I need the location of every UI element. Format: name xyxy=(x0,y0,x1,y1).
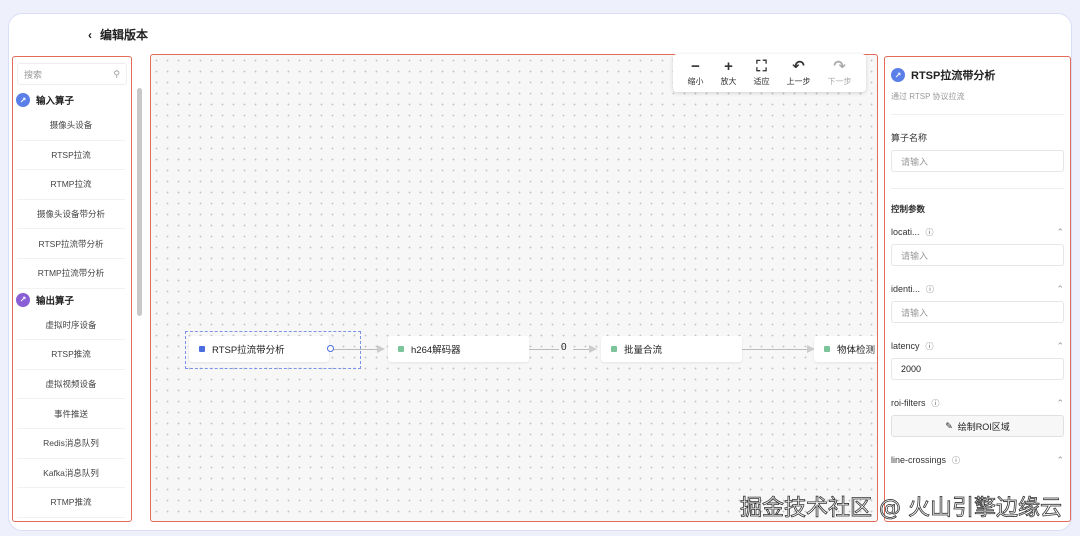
arrow-icon xyxy=(589,345,597,353)
edge xyxy=(742,349,810,350)
operator-item[interactable]: 虚拟视频设备 xyxy=(17,370,125,400)
group-header: ↗ 输出算子 xyxy=(13,289,131,311)
collapse-icon[interactable]: ⌃ xyxy=(1056,455,1064,466)
panel-subtitle: 通过 RTSP 协议拉流 xyxy=(891,91,1064,115)
draw-roi-button[interactable]: ✎ 绘制ROI区域 xyxy=(891,415,1064,437)
chevron-left-icon[interactable]: ‹ xyxy=(88,28,92,42)
node-batch[interactable]: 批量合流 xyxy=(601,336,742,362)
node-dot xyxy=(611,346,617,352)
canvas-toolbar: − 缩小 + 放大 ⛶ 适应 ↶ 上一步 ↷ 下一步 xyxy=(673,54,866,92)
param-label: latency xyxy=(891,341,920,351)
operator-item[interactable]: 虚拟时序设备 xyxy=(17,311,125,341)
help-icon[interactable]: ⓘ xyxy=(932,399,940,408)
toolbar-label: 下一步 xyxy=(827,77,852,86)
name-label: 算子名称 xyxy=(891,133,928,143)
operator-item[interactable]: 摄像头设备 xyxy=(17,111,125,141)
node-label: 批量合流 xyxy=(624,345,663,356)
toolbar-button[interactable]: ⛶ 适应 xyxy=(754,59,770,87)
operator-item[interactable]: Kafka消息队列 xyxy=(17,459,125,489)
edge xyxy=(529,349,559,350)
search-placeholder: 搜索 xyxy=(24,69,43,80)
param-label: line-crossings xyxy=(891,455,947,465)
param-input[interactable]: 请输入 xyxy=(891,244,1064,266)
toolbar-button[interactable]: + 放大 xyxy=(721,59,737,87)
group-header: ↗ 输入算子 xyxy=(13,89,131,111)
help-icon[interactable]: ⓘ xyxy=(952,456,960,465)
help-icon[interactable]: ⓘ xyxy=(926,285,934,294)
flow-canvas[interactable]: RTSP拉流带分析 h264解码器 0 批量合流 物体检测 xyxy=(150,54,878,522)
toolbar-icon: ⛶ xyxy=(756,58,767,75)
header: ‹ 编辑版本 xyxy=(88,26,148,43)
help-icon[interactable]: ⓘ xyxy=(926,228,934,237)
param-label: identi... xyxy=(891,284,921,294)
operator-item[interactable]: RTMP拉流带分析 xyxy=(17,259,125,289)
button-label: 绘制ROI区域 xyxy=(957,421,1010,432)
toolbar-label: 上一步 xyxy=(786,77,811,86)
node-dot xyxy=(199,346,205,352)
toolbar-button[interactable]: − 缩小 xyxy=(688,59,704,87)
toolbar-label: 缩小 xyxy=(687,77,704,86)
operator-icon: ↗ xyxy=(891,68,905,82)
properties-panel: ↗ RTSP拉流带分析 通过 RTSP 协议拉流 算子名称 请输入 控制参数 lo… xyxy=(884,56,1071,522)
operator-item[interactable]: RTSP拉流 xyxy=(17,141,125,171)
group-icon: ↗ xyxy=(16,93,30,107)
node-rtsp[interactable]: RTSP拉流带分析 xyxy=(189,336,329,362)
page-title: 编辑版本 xyxy=(100,28,149,42)
node-dot xyxy=(398,346,404,352)
node-label: RTSP拉流带分析 xyxy=(212,345,285,356)
help-icon[interactable]: ⓘ xyxy=(926,342,934,351)
operator-item[interactable]: RTSP拉流带分析 xyxy=(17,229,125,259)
param-label: roi-filters xyxy=(891,398,926,408)
toolbar-icon: − xyxy=(691,58,700,75)
toolbar-label: 适应 xyxy=(753,77,770,86)
node-detect[interactable]: 物体检测 xyxy=(814,336,877,362)
group-icon: ↗ xyxy=(16,292,30,307)
output-port[interactable] xyxy=(327,345,334,352)
toolbar-icon: ↶ xyxy=(792,58,805,75)
pencil-icon: ✎ xyxy=(945,420,953,431)
operator-sidebar: 搜索 ⚲ ↗ 输入算子摄像头设备 RTSP拉流 RTMP拉流 摄像头设备带分析 RTSP拉流… xyxy=(12,56,132,522)
param-input[interactable]: 2000 xyxy=(891,358,1064,380)
toolbar-label: 放大 xyxy=(720,77,737,86)
node-label: h264解码器 xyxy=(411,345,461,356)
operator-item[interactable]: RTMP拉流 xyxy=(17,170,125,200)
collapse-icon[interactable]: ⌃ xyxy=(1056,341,1064,352)
operator-item[interactable]: Redis消息队列 xyxy=(17,429,125,459)
search-icon: ⚲ xyxy=(113,68,120,79)
param-input[interactable]: 请输入 xyxy=(891,301,1064,323)
toolbar-icon: + xyxy=(724,58,733,75)
toolbar-button[interactable]: ↷ 下一步 xyxy=(828,59,852,87)
toolbar-icon: ↷ xyxy=(833,58,846,75)
arrow-icon xyxy=(377,345,385,353)
operator-item[interactable]: RTMP推流 xyxy=(17,488,125,518)
operator-item[interactable]: 摄像头设备带分析 xyxy=(17,200,125,230)
operator-item[interactable]: RTSP推流 xyxy=(17,340,125,370)
toolbar-button[interactable]: ↶ 上一步 xyxy=(787,59,811,87)
panel-title: RTSP拉流带分析 xyxy=(911,70,996,82)
section-title: 控制参数 xyxy=(891,204,926,214)
operator-item[interactable]: 事件推送 xyxy=(17,399,125,429)
sidebar-scrollbar[interactable] xyxy=(137,88,142,316)
collapse-icon[interactable]: ⌃ xyxy=(1056,227,1064,238)
node-label: 物体检测 xyxy=(837,345,876,356)
name-input[interactable]: 请输入 xyxy=(891,150,1064,172)
edge-label: 0 xyxy=(561,342,567,353)
search-input[interactable]: 搜索 ⚲ xyxy=(17,63,127,85)
group-label: 输入算子 xyxy=(36,96,75,107)
group-label: 输出算子 xyxy=(36,295,75,307)
edge xyxy=(334,349,379,350)
watermark: 掘金技术社区 @ 火山引擎边缘云 xyxy=(740,496,1063,522)
node-h264[interactable]: h264解码器 xyxy=(388,336,529,362)
collapse-icon[interactable]: ⌃ xyxy=(1056,284,1064,295)
collapse-icon[interactable]: ⌃ xyxy=(1056,398,1064,409)
param-label: locati... xyxy=(891,227,920,237)
node-dot xyxy=(824,346,830,352)
